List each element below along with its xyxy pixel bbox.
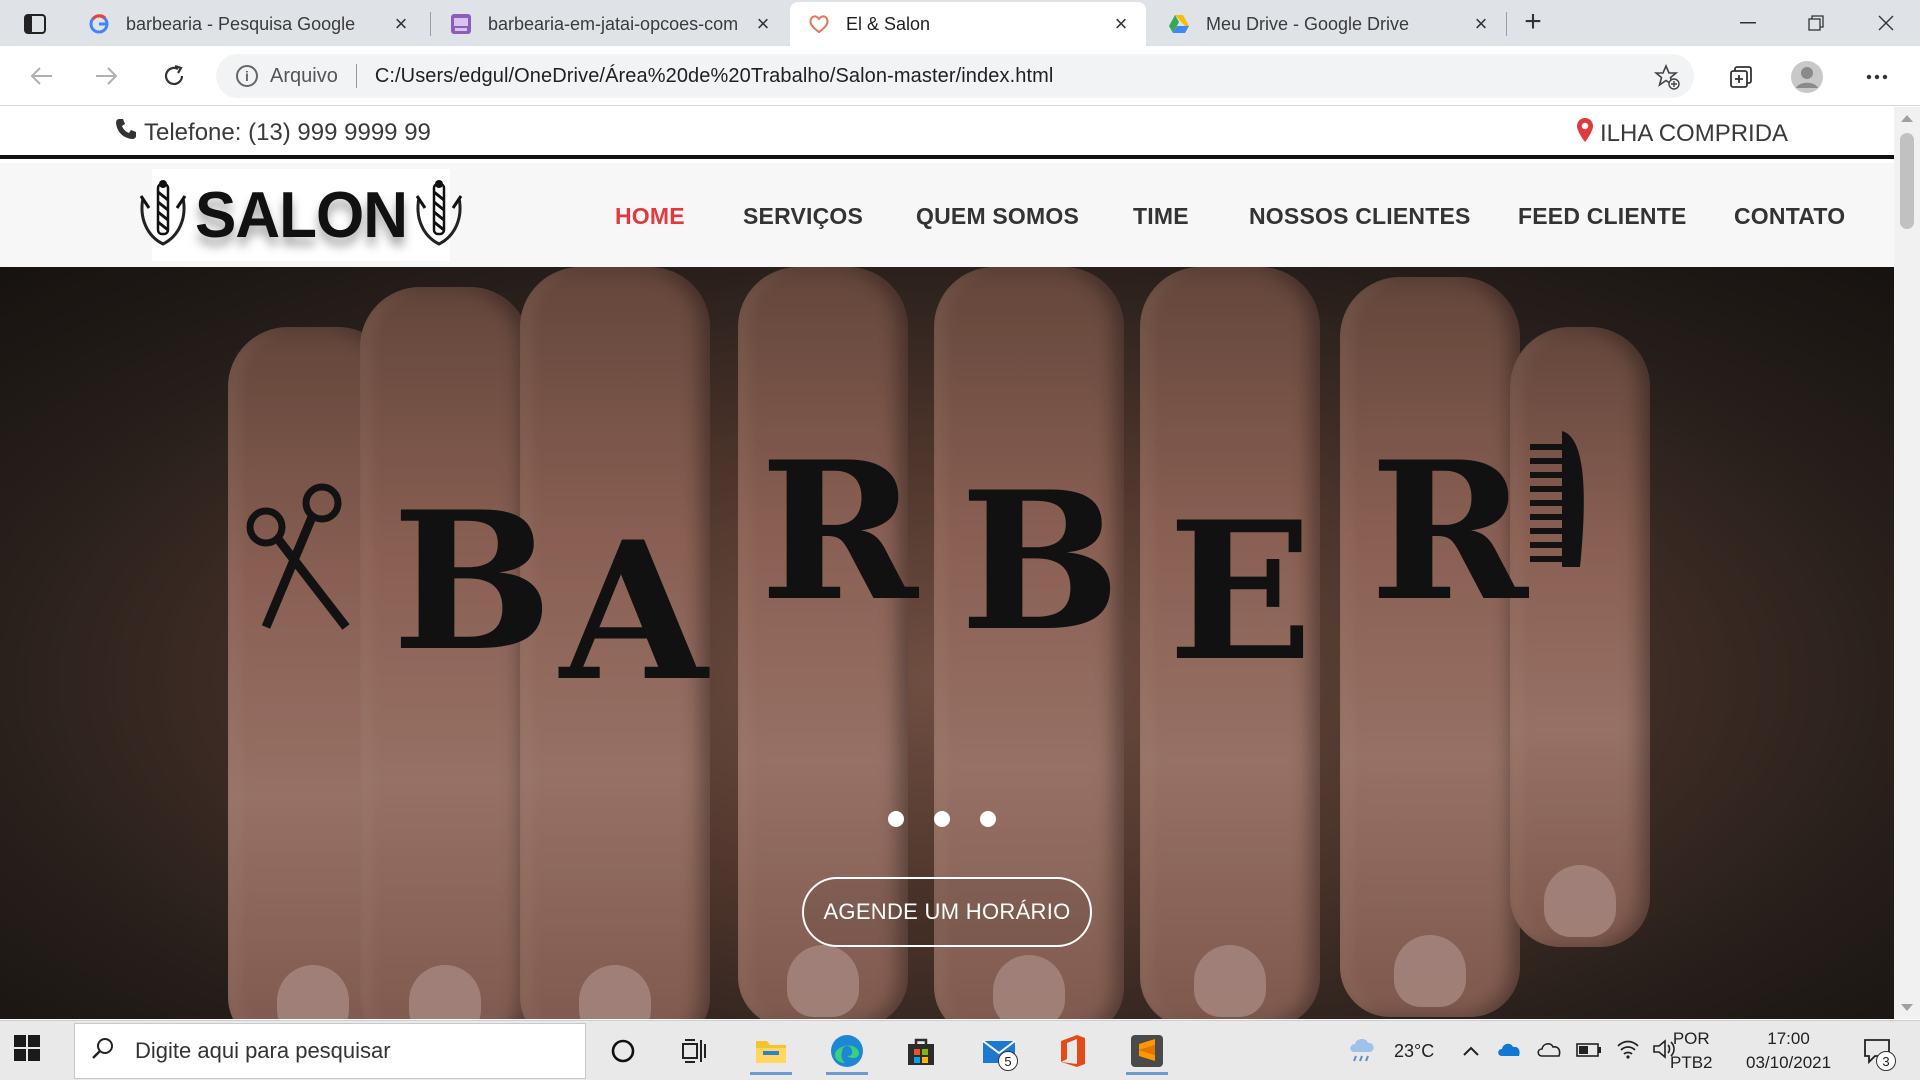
nav-quem-somos[interactable]: QUEM SOMOS bbox=[916, 203, 1079, 230]
microsoft-store-icon[interactable] bbox=[896, 1027, 946, 1075]
rain-cloud-icon bbox=[1346, 1034, 1380, 1069]
system-tray bbox=[1462, 1021, 1676, 1080]
onedrive-icon[interactable] bbox=[1496, 1040, 1522, 1063]
scroll-up-icon[interactable] bbox=[1901, 115, 1913, 122]
logo-text: SALON bbox=[195, 178, 408, 252]
tab-title: barbearia-em-jatai-opcoes-com bbox=[488, 13, 739, 34]
tab-divider bbox=[1506, 12, 1507, 36]
task-view-icon[interactable] bbox=[670, 1027, 720, 1075]
phone-icon bbox=[114, 117, 144, 148]
tab-actions-icon[interactable] bbox=[18, 10, 52, 38]
onedrive-personal-icon[interactable] bbox=[1536, 1040, 1562, 1063]
minimize-button[interactable] bbox=[1718, 6, 1778, 40]
office-icon[interactable] bbox=[1048, 1027, 1098, 1075]
tab-title: El & Salon bbox=[846, 13, 931, 34]
tab-google-drive[interactable]: Meu Drive - Google Drive × bbox=[1150, 2, 1506, 46]
carousel-dot[interactable] bbox=[934, 811, 950, 827]
google-icon bbox=[88, 13, 110, 35]
tab-barbearia-jatai[interactable]: barbearia-em-jatai-opcoes-com × bbox=[432, 2, 788, 46]
keyboard-layout: PTB2 bbox=[1670, 1053, 1713, 1072]
scroll-down-icon[interactable] bbox=[1901, 1004, 1913, 1011]
add-favorite-icon[interactable] bbox=[1653, 63, 1680, 90]
search-icon bbox=[91, 1036, 135, 1066]
tab-title: barbearia - Pesquisa Google bbox=[126, 13, 356, 34]
notifications-badge: 3 bbox=[1876, 1051, 1896, 1071]
settings-more-icon[interactable] bbox=[1858, 58, 1896, 96]
windows-start-icon[interactable] bbox=[14, 1035, 44, 1065]
nav-nossos-clientes[interactable]: NOSSOS CLIENTES bbox=[1249, 203, 1471, 230]
nav-servicos[interactable]: SERVIÇOS bbox=[743, 203, 863, 230]
language-indicator[interactable]: POR PTB2 bbox=[1670, 1027, 1713, 1075]
address-scheme-label: Arquivo bbox=[270, 64, 338, 87]
nav-time[interactable]: TIME bbox=[1133, 203, 1189, 230]
page-viewport: Telefone: (13) 999 9999 99 ILHA COMPRIDA… bbox=[0, 107, 1920, 1019]
tab-title: Meu Drive - Google Drive bbox=[1206, 13, 1410, 34]
clock-time: 17:00 bbox=[1767, 1029, 1810, 1048]
address-bar[interactable]: i Arquivo C:/Users/edgul/OneDrive/Área%2… bbox=[216, 54, 1694, 98]
salon-heart-icon bbox=[808, 13, 830, 35]
close-tab-icon[interactable]: × bbox=[752, 11, 774, 36]
site-favicon-icon bbox=[450, 13, 472, 35]
carousel-dot[interactable] bbox=[980, 811, 996, 827]
page-scrollbar[interactable] bbox=[1894, 107, 1920, 1019]
map-pin-icon bbox=[1576, 117, 1600, 150]
taskbar-clock[interactable]: 17:00 03/10/2021 bbox=[1746, 1027, 1831, 1075]
new-tab-button[interactable]: + bbox=[1518, 7, 1548, 38]
address-url[interactable]: C:/Users/edgul/OneDrive/Área%20de%20Trab… bbox=[375, 65, 1054, 88]
taskbar-search-input[interactable]: Digite aqui para pesquisar bbox=[74, 1023, 586, 1079]
back-button[interactable] bbox=[24, 58, 60, 94]
nav-contato[interactable]: CONTATO bbox=[1734, 203, 1845, 230]
top-info-bar: Telefone: (13) 999 9999 99 ILHA COMPRIDA bbox=[0, 107, 1894, 159]
restore-button[interactable] bbox=[1786, 6, 1846, 40]
tab-google-search[interactable]: barbearia - Pesquisa Google × bbox=[70, 2, 426, 46]
close-tab-icon[interactable]: × bbox=[1110, 11, 1132, 36]
cortana-icon[interactable] bbox=[598, 1027, 648, 1075]
hero-carousel: B A R B E R AGENDE UM HORÁRIO bbox=[0, 267, 1894, 1019]
salon-logo[interactable]: SALON bbox=[139, 169, 463, 261]
tab-el-salon[interactable]: El & Salon × bbox=[790, 2, 1146, 46]
book-appointment-button[interactable]: AGENDE UM HORÁRIO bbox=[802, 877, 1092, 947]
main-navigation: SALON HOME SERVIÇOS QUEM SOMOS TIME NOSS… bbox=[0, 163, 1894, 267]
browser-tab-bar: barbearia - Pesquisa Google × barbearia-… bbox=[0, 0, 1920, 46]
mail-badge: 5 bbox=[998, 1051, 1018, 1071]
weather-widget[interactable]: 23°C bbox=[1346, 1021, 1434, 1080]
language-code: POR bbox=[1672, 1029, 1710, 1048]
carousel-indicators bbox=[888, 811, 1026, 827]
chevron-up-icon[interactable] bbox=[1462, 1041, 1480, 1062]
barber-pole-icon bbox=[413, 178, 465, 253]
forward-button[interactable] bbox=[88, 58, 124, 94]
notifications-icon[interactable]: 3 bbox=[1852, 1027, 1902, 1075]
phone-text: Telefone: (13) 999 9999 99 bbox=[144, 118, 431, 146]
browser-toolbar: i Arquivo C:/Users/edgul/OneDrive/Área%2… bbox=[0, 46, 1920, 106]
location-text: ILHA COMPRIDA bbox=[1600, 119, 1789, 147]
windows-taskbar: Digite aqui para pesquisar 5 23°C POR PT… bbox=[0, 1020, 1920, 1080]
nav-feed-cliente[interactable]: FEED CLIENTE bbox=[1518, 203, 1687, 230]
refresh-button[interactable] bbox=[156, 58, 192, 94]
close-window-button[interactable] bbox=[1856, 6, 1916, 40]
address-divider bbox=[355, 64, 357, 88]
tab-divider bbox=[430, 12, 431, 36]
battery-icon[interactable] bbox=[1576, 1041, 1602, 1062]
carousel-dot[interactable] bbox=[888, 811, 904, 827]
search-placeholder: Digite aqui para pesquisar bbox=[135, 1038, 391, 1063]
profile-avatar-icon[interactable] bbox=[1788, 58, 1826, 96]
info-icon[interactable]: i bbox=[236, 65, 258, 87]
location-info: ILHA COMPRIDA bbox=[1576, 117, 1788, 150]
edge-browser-icon[interactable] bbox=[822, 1027, 872, 1075]
wifi-icon[interactable] bbox=[1616, 1039, 1640, 1064]
weather-temp: 23°C bbox=[1394, 1040, 1435, 1061]
scrollbar-thumb[interactable] bbox=[1900, 133, 1914, 229]
nav-home[interactable]: HOME bbox=[615, 203, 685, 230]
google-drive-icon bbox=[1168, 13, 1190, 35]
mail-icon[interactable]: 5 bbox=[974, 1027, 1024, 1075]
barber-pole-icon bbox=[137, 178, 189, 253]
phone-info: Telefone: (13) 999 9999 99 bbox=[114, 117, 431, 148]
close-tab-icon[interactable]: × bbox=[1470, 11, 1492, 36]
close-tab-icon[interactable]: × bbox=[390, 11, 412, 36]
collections-icon[interactable] bbox=[1722, 58, 1760, 96]
sublime-text-icon[interactable] bbox=[1122, 1027, 1172, 1075]
file-explorer-icon[interactable] bbox=[746, 1027, 796, 1075]
clock-date: 03/10/2021 bbox=[1746, 1053, 1832, 1072]
